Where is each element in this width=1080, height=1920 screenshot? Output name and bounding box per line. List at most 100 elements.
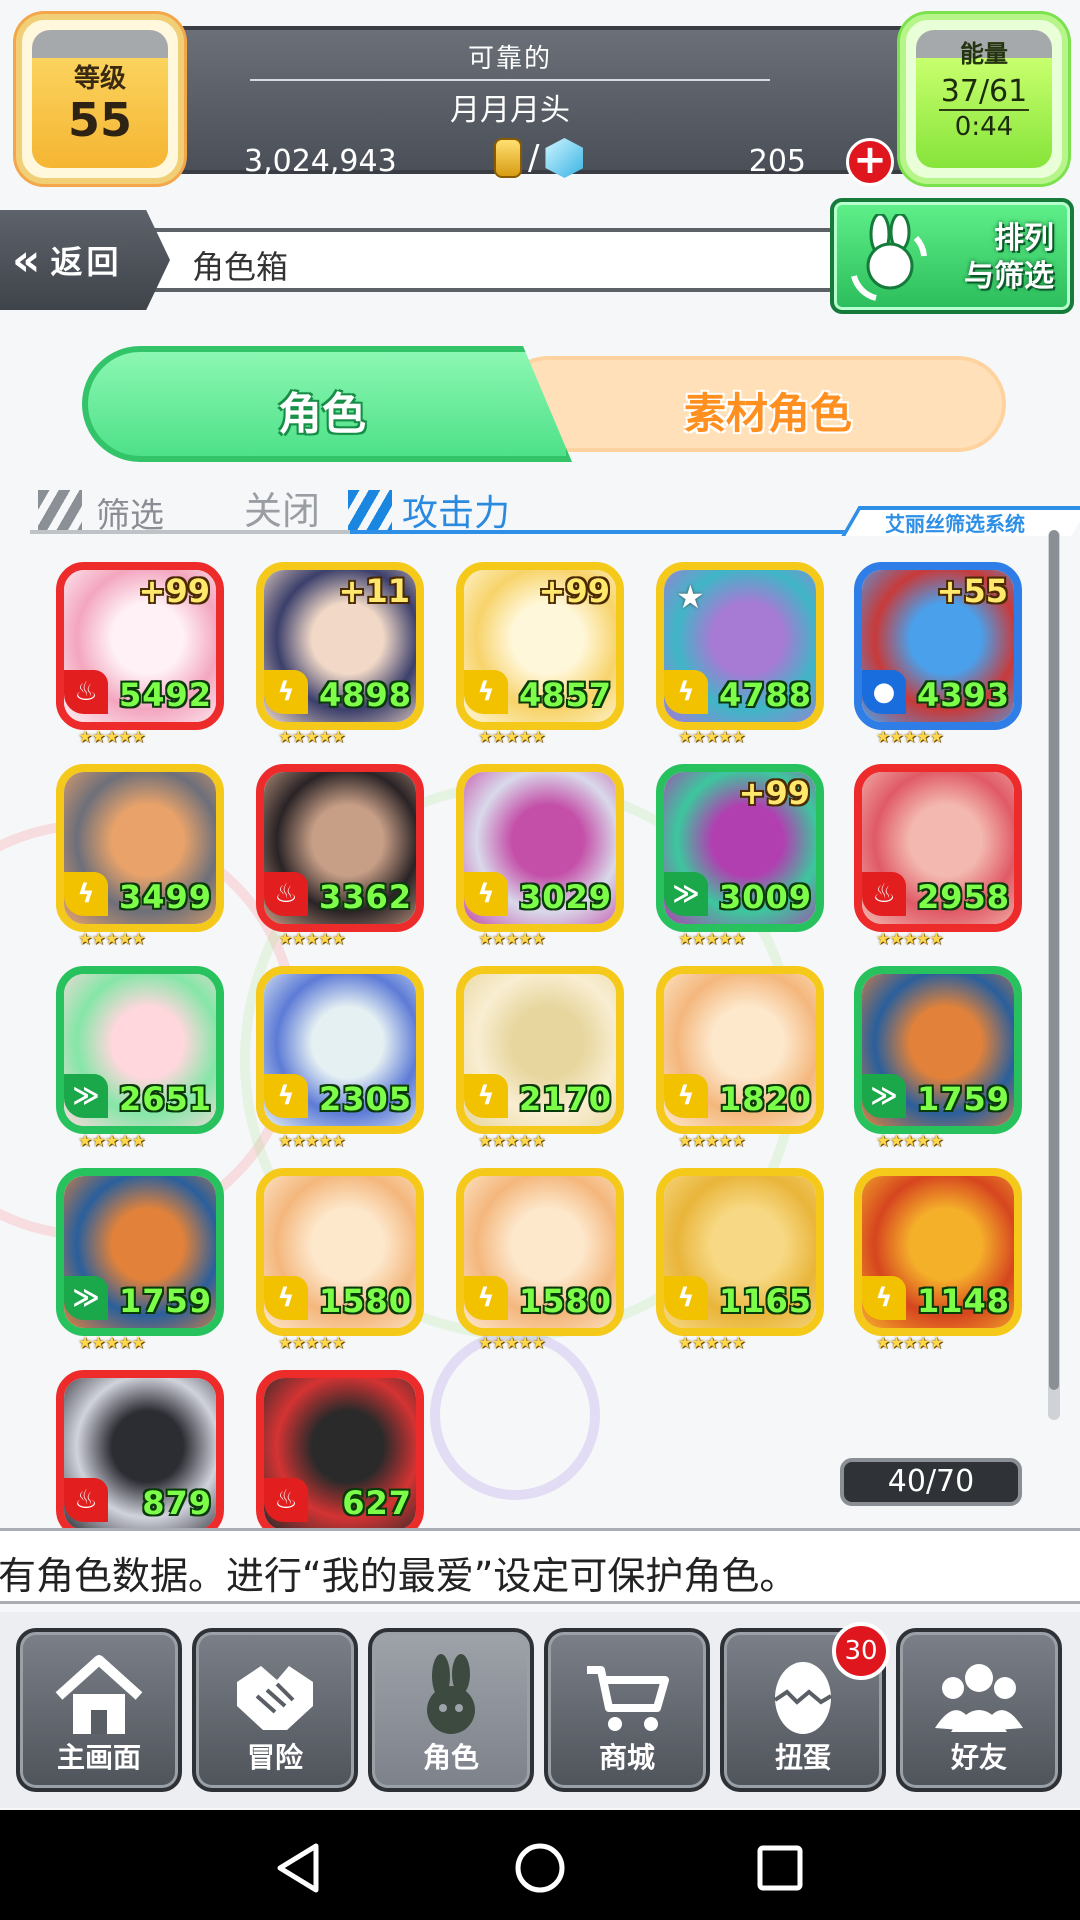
rarity-stars: ★★★★★ [876,1333,944,1352]
character-frame: ϟ 2170 [456,966,624,1134]
character-card[interactable]: ★ ϟ 4788 ★★★★★ [656,562,828,746]
character-frame: +99 ♨ 5492 [56,562,224,730]
nav-shop-label: 商城 [598,1741,655,1774]
nav-characters[interactable]: 角色 [368,1628,534,1792]
thunder-element-icon: ϟ [464,1276,508,1320]
rarity-stars: ★★★★★ [78,1131,146,1150]
character-card[interactable]: ϟ 2305 ★★★★★ [256,966,428,1150]
scrollbar[interactable] [1048,530,1060,1420]
filter-row: 筛选 关闭 攻击力 艾丽丝筛选系统 [30,480,1080,536]
player-title-box: 可靠的 月月月头 [184,38,836,128]
back-triangle-icon[interactable] [270,1840,326,1896]
character-card[interactable]: +99 ≫ 3009 ★★★★★ [656,764,828,948]
rarity-stars: ★★★★★ [278,727,346,746]
level-badge[interactable]: 等级 55 [16,14,184,184]
character-card[interactable]: ♨ 2958 ★★★★★ [854,764,1026,948]
character-card[interactable]: +55 ● 4393 ★★★★★ [854,562,1026,746]
attack-power-value: 1165 [718,1282,812,1320]
tab-material-characters[interactable]: 素材角色 [500,356,1006,452]
energy-inner: 能量 37/61 0:44 [916,30,1052,168]
sort-label-line1: 排列 [994,221,1054,256]
plus-bonus-label: +99 [538,572,610,610]
filter-stripe-decoration [38,490,82,530]
plus-bonus-label: +11 [338,572,410,610]
screen-title-bar: 角色箱 [150,228,850,292]
cart-icon [587,1666,669,1731]
character-frame: ♨ 879 [56,1370,224,1530]
energy-timer: 0:44 [954,112,1014,142]
character-frame: ϟ 1820 [656,966,824,1134]
double-chevron-left-icon: « [12,234,41,286]
currency-separator: / [528,138,540,178]
rarity-stars: ★★★★★ [78,1333,146,1352]
thunder-element-icon: ϟ [464,1074,508,1118]
thunder-element-icon: ϟ [464,670,508,714]
attack-power-value: 4857 [518,676,612,714]
add-currency-button[interactable]: + [846,138,894,186]
system-navigation-bar [0,1810,1080,1920]
attack-power-value: 3029 [518,878,612,916]
handshake-icon [237,1666,313,1730]
attack-power-value: 4898 [318,676,412,714]
nav-friends-label: 好友 [950,1741,1007,1774]
attack-power-value: 4788 [718,676,812,714]
gacha-notification-badge: 30 [832,1622,890,1680]
character-card[interactable]: +11 ϟ 4898 ★★★★★ [256,562,428,746]
screen-title: 角色箱 [192,248,289,286]
character-card[interactable]: ϟ 3499 ★★★★★ [56,764,228,948]
filter-system-label: 艾丽丝筛选系统 [885,512,1025,536]
crystal-icon [545,138,584,178]
character-card[interactable]: ϟ 1148 ★★★★★ [854,1168,1026,1352]
nav-friends[interactable]: 好友 [896,1628,1062,1792]
thunder-element-icon: ϟ [264,1074,308,1118]
character-frame: ♨ 2958 [854,764,1022,932]
filter-state[interactable]: 关闭 [244,480,320,535]
thunder-element-icon: ϟ [64,872,108,916]
character-card[interactable]: ϟ 2170 ★★★★★ [456,966,628,1150]
nav-characters-label: 角色 [422,1741,479,1774]
character-card[interactable]: ϟ 3029 ★★★★★ [456,764,628,948]
sort-filter-button[interactable]: 排列 与筛选 [830,198,1074,314]
nav-adventure[interactable]: 冒险 [192,1628,358,1792]
attack-power-value: 2305 [318,1080,412,1118]
character-card[interactable]: ♨ 3362 ★★★★★ [256,764,428,948]
nav-shop[interactable]: 商城 [544,1628,710,1792]
energy-count: 37/61 [940,74,1028,109]
recents-square-icon[interactable] [752,1840,808,1896]
rarity-stars: ★★★★★ [678,1333,746,1352]
character-frame: ≫ 2651 [56,966,224,1134]
character-card[interactable]: ϟ 1165 ★★★★★ [656,1168,828,1352]
tab-characters-label: 角色 [278,389,366,440]
energy-badge[interactable]: 能量 37/61 0:44 [900,14,1068,184]
character-card[interactable]: ϟ 1580 ★★★★★ [256,1168,428,1352]
character-card[interactable]: ♨879★★★★★ [56,1370,228,1530]
rarity-stars: ★★★★★ [678,929,746,948]
plus-bonus-label: +55 [936,572,1008,610]
message-ticker: 有角色数据。进行“我的最爱”设定可保护角色。 [0,1528,1080,1604]
home-circle-icon[interactable] [512,1840,568,1896]
tab-characters[interactable]: 角色 [82,346,572,462]
attack-power-value: 5492 [118,676,212,714]
scrollbar-thumb[interactable] [1049,530,1059,1390]
character-card[interactable]: ϟ 1580 ★★★★★ [456,1168,628,1352]
character-card[interactable]: ≫ 2651 ★★★★★ [56,966,228,1150]
character-frame: ♨ 627 [256,1370,424,1530]
level-value: 55 [67,93,132,147]
character-card[interactable]: +99 ϟ 4857 ★★★★★ [456,562,628,746]
sort-key-label[interactable]: 攻击力 [402,484,510,536]
character-frame: +99 ϟ 4857 [456,562,624,730]
character-card[interactable]: ♨627★★★★★ [256,1370,428,1530]
character-frame: ★ ϟ 4788 [656,562,824,730]
rarity-stars: ★★★★★ [876,727,944,746]
back-button[interactable]: « 返回 [0,210,170,310]
character-frame: +11 ϟ 4898 [256,562,424,730]
character-card[interactable]: ≫ 1759 ★★★★★ [56,1168,228,1352]
nav-gacha[interactable]: 扭蛋 30 [720,1622,890,1792]
character-frame: ϟ 1165 [656,1168,824,1336]
character-card[interactable]: +99 ♨ 5492 ★★★★★ [56,562,228,746]
character-card[interactable]: ≫ 1759 ★★★★★ [854,966,1026,1150]
nav-home[interactable]: 主画面 [16,1628,182,1792]
nav-home-label: 主画面 [56,1741,141,1774]
character-card[interactable]: ϟ 1820 ★★★★★ [656,966,828,1150]
wind-element-icon: ≫ [64,1276,108,1320]
